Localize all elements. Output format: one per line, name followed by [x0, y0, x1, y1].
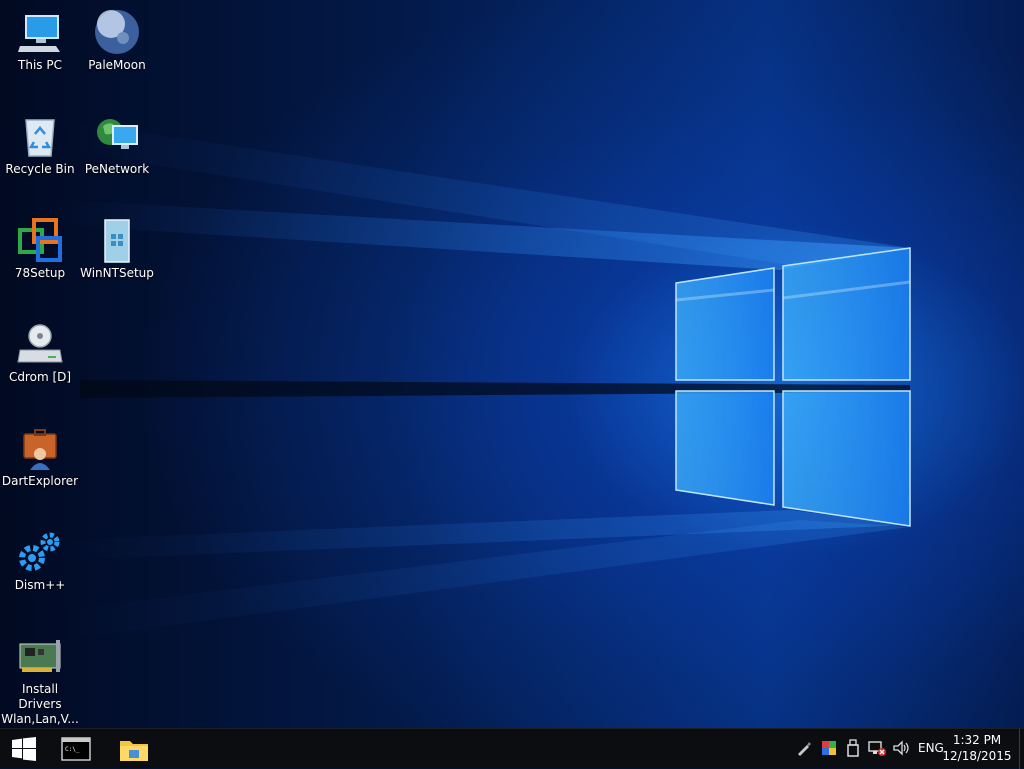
desktop-icon-78setup[interactable]: 78Setup [0, 212, 80, 281]
usb-drive-icon[interactable] [844, 739, 862, 757]
desktop-icon-dartexplorer[interactable]: DartExplorer [0, 420, 80, 489]
winntsetup-icon [104, 219, 130, 263]
show-desktop-button[interactable] [1019, 729, 1024, 769]
network-globe-icon [97, 119, 138, 149]
taskbar-command-prompt-button[interactable]: C:\_ [52, 729, 100, 769]
desktop-icon-label: Install Drivers Wlan,Lan,V... [1, 682, 79, 726]
network-card-icon [19, 640, 61, 672]
desktop-icon-install-drivers[interactable]: Install Drivers Wlan,Lan,V... [0, 628, 80, 727]
clock-time: 1:32 PM [952, 733, 1002, 747]
start-button[interactable] [0, 729, 48, 769]
svg-text:C:\_: C:\_ [65, 746, 80, 753]
palemoon-browser-icon [95, 10, 139, 54]
gears-icon [19, 532, 60, 571]
desktop-icon-label: This PC [18, 58, 62, 72]
recycle-bin-icon [25, 119, 55, 157]
desktop-icon-this-pc[interactable]: This PC [0, 4, 80, 73]
desktop-icon-label: 78Setup [14, 266, 66, 280]
language-indicator[interactable]: ENG [918, 741, 944, 755]
toolbox-user-icon [23, 429, 57, 470]
desktop-icon-palemoon[interactable]: PaleMoon [77, 4, 157, 73]
desktop-icon-dism[interactable]: Dism++ [0, 524, 80, 593]
desktop-icon-penetwork[interactable]: PeNetwork [77, 108, 157, 177]
desktop-icon-cdrom[interactable]: Cdrom [D] [0, 316, 80, 385]
desktop-icon-label: PeNetwork [84, 162, 150, 176]
desktop-icon-label: Recycle Bin [5, 162, 75, 176]
desktop-icon-label: PaleMoon [88, 58, 146, 72]
desktop-icon-winntsetup[interactable]: WinNTSetup [77, 212, 157, 281]
file-explorer-icon [120, 741, 148, 761]
taskbar-clock[interactable]: 1:32 PM 12/18/2015 [942, 732, 1012, 764]
network-error-icon[interactable] [868, 739, 886, 757]
speaker-icon[interactable] [892, 739, 910, 757]
setup-windows-icon [18, 218, 62, 262]
pen-tool-icon[interactable] [795, 739, 813, 757]
desktop-icon-label: Dism++ [14, 578, 66, 592]
desktop-icon-label: Cdrom [D] [8, 370, 72, 384]
color-palette-icon[interactable] [820, 739, 838, 757]
cd-drive-icon [17, 324, 63, 363]
desktop-icon-recycle-bin[interactable]: Recycle Bin [0, 108, 80, 177]
command-prompt-icon: C:\_ [61, 737, 91, 761]
desktop-icon-label: DartExplorer [1, 474, 79, 488]
computer-icon [18, 15, 60, 52]
taskbar-file-explorer-button[interactable] [110, 729, 158, 769]
desktop-icon-label: WinNTSetup [80, 266, 154, 280]
clock-date: 12/18/2015 [942, 749, 1012, 763]
windows-logo-icon [12, 737, 36, 761]
desktop-wallpaper: This PC PaleMoon Recycle Bin PeNetwork 7… [0, 0, 1024, 728]
taskbar: C:\_ ENG 1:32 PM 12/18/2015 [0, 728, 1024, 769]
